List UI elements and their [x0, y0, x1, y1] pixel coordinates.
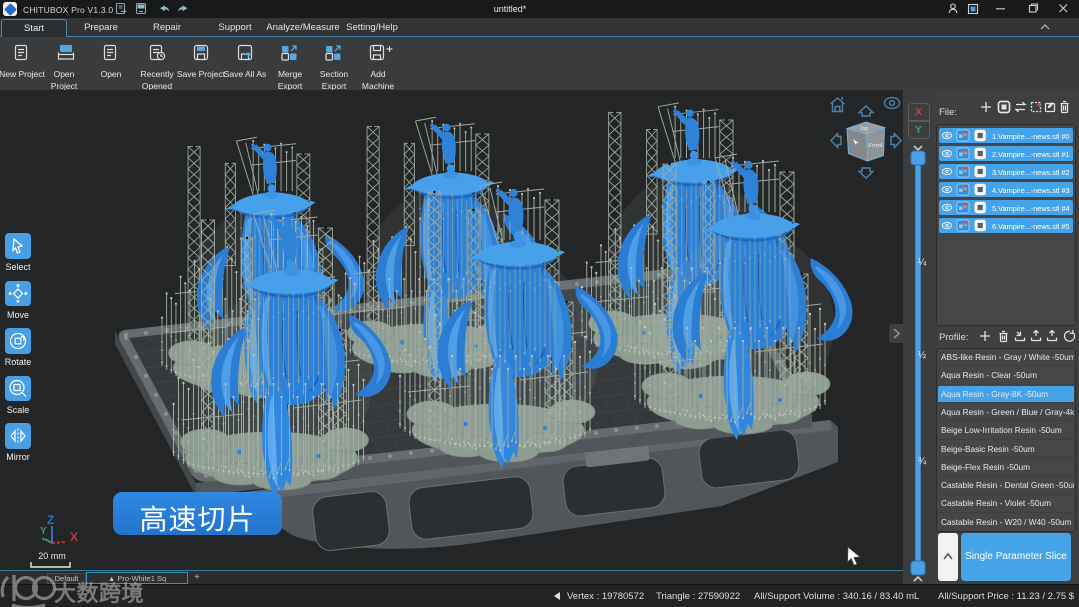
svg-text:X: X	[70, 530, 78, 544]
svg-text:Y: Y	[40, 526, 47, 537]
svg-text:Z: Z	[47, 513, 54, 527]
svg-text:大数跨境: 大数跨境	[54, 581, 144, 606]
svg-text:Top: Top	[860, 126, 869, 132]
svg-text:Front: Front	[868, 143, 883, 150]
